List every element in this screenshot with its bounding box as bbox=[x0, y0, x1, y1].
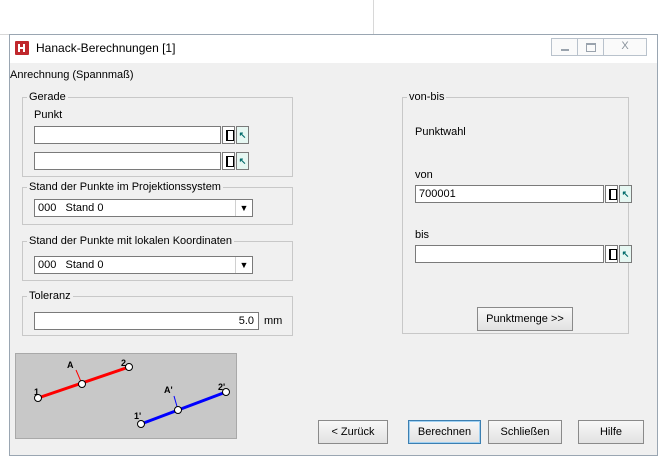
punkt1-input[interactable] bbox=[34, 126, 221, 144]
label-1-prime: 1' bbox=[134, 411, 141, 421]
minimize-button[interactable] bbox=[551, 38, 578, 56]
gerade-legend: Gerade bbox=[29, 91, 66, 103]
lokal-legend: Stand der Punkte mit lokalen Koordinaten bbox=[29, 235, 233, 247]
back-button[interactable]: < Zurück bbox=[318, 420, 388, 444]
punkt2-pointer-icon[interactable]: ↖ bbox=[236, 152, 249, 170]
punkt1-select-icon[interactable] bbox=[222, 126, 235, 144]
lokal-code: 000 bbox=[38, 259, 57, 271]
bis-select-icon[interactable] bbox=[605, 245, 618, 263]
bis-input[interactable] bbox=[415, 245, 604, 263]
lokal-select[interactable]: 000 Stand 0 ▼ bbox=[34, 256, 253, 274]
lokal-select-value: 000 Stand 0 bbox=[38, 257, 103, 273]
diagram-svg: A 2 1 A' 2' 1' bbox=[34, 358, 230, 428]
toleranz-unit: mm bbox=[264, 315, 283, 327]
punkt2-pick-buttons: ↖ bbox=[222, 152, 249, 170]
toleranz-input[interactable]: 5.0 bbox=[34, 312, 259, 330]
title-bar[interactable]: Hanack-Berechnungen [1] X bbox=[10, 35, 657, 63]
label-1: 1 bbox=[34, 387, 39, 397]
projektion-select[interactable]: 000 Stand 0 ▼ bbox=[34, 199, 253, 217]
punkt1-pick-buttons: ↖ bbox=[222, 126, 249, 144]
punktmenge-button[interactable]: Punktmenge >> bbox=[477, 307, 573, 331]
label-2: 2 bbox=[121, 358, 126, 368]
projektion-code: 000 bbox=[38, 202, 57, 214]
punkt2-input[interactable] bbox=[34, 152, 221, 170]
lokal-stand: Stand 0 bbox=[65, 259, 104, 271]
point-2 bbox=[125, 363, 133, 371]
von-pick-buttons: ↖ bbox=[605, 185, 632, 203]
window-controls: X bbox=[551, 38, 647, 56]
label-a: A bbox=[67, 360, 74, 370]
hanack-dialog: Hanack-Berechnungen [1] X Anrechnung (Sp… bbox=[9, 34, 658, 456]
point-a-foot bbox=[78, 380, 86, 388]
label-2-prime: 2' bbox=[218, 382, 225, 392]
von-label: von bbox=[415, 169, 433, 181]
bis-pointer-icon[interactable]: ↖ bbox=[619, 245, 632, 263]
projektion-legend: Stand der Punkte im Projektionssystem bbox=[29, 181, 221, 193]
close-button[interactable]: Schließen bbox=[488, 420, 562, 444]
chevron-down-icon[interactable]: ▼ bbox=[235, 200, 252, 216]
point-a-prime-foot bbox=[174, 406, 182, 414]
bis-pick-buttons: ↖ bbox=[605, 245, 632, 263]
label-a-prime: A' bbox=[164, 385, 173, 395]
window-title: Hanack-Berechnungen [1] bbox=[36, 41, 176, 55]
punkt1-pointer-icon[interactable]: ↖ bbox=[236, 126, 249, 144]
punkt-label: Punkt bbox=[34, 109, 63, 121]
calculate-button[interactable]: Berechnen bbox=[408, 420, 481, 444]
section-title: Anrechnung (Spannmaß) bbox=[10, 69, 134, 81]
app-icon bbox=[15, 41, 29, 55]
toleranz-legend: Toleranz bbox=[29, 290, 71, 302]
geometry-diagram: A 2 1 A' 2' 1' bbox=[15, 353, 237, 439]
projektion-select-value: 000 Stand 0 bbox=[38, 200, 103, 216]
punkt2-select-icon[interactable] bbox=[222, 152, 235, 170]
projektion-stand: Stand 0 bbox=[65, 202, 104, 214]
help-button[interactable]: Hilfe bbox=[578, 420, 644, 444]
von-pointer-icon[interactable]: ↖ bbox=[619, 185, 632, 203]
von-input[interactable]: 700001 bbox=[415, 185, 604, 203]
background-window-edge bbox=[0, 0, 374, 35]
close-icon: X bbox=[621, 40, 629, 52]
von-select-icon[interactable] bbox=[605, 185, 618, 203]
point-1-prime bbox=[137, 420, 145, 428]
blue-line bbox=[140, 390, 227, 426]
close-window-button[interactable]: X bbox=[603, 38, 647, 56]
punktwahl-label: Punktwahl bbox=[415, 126, 466, 138]
chevron-down-icon[interactable]: ▼ bbox=[235, 257, 252, 273]
vonbis-legend: von-bis bbox=[409, 91, 445, 103]
bis-label: bis bbox=[415, 229, 430, 241]
maximize-button[interactable] bbox=[577, 38, 604, 56]
